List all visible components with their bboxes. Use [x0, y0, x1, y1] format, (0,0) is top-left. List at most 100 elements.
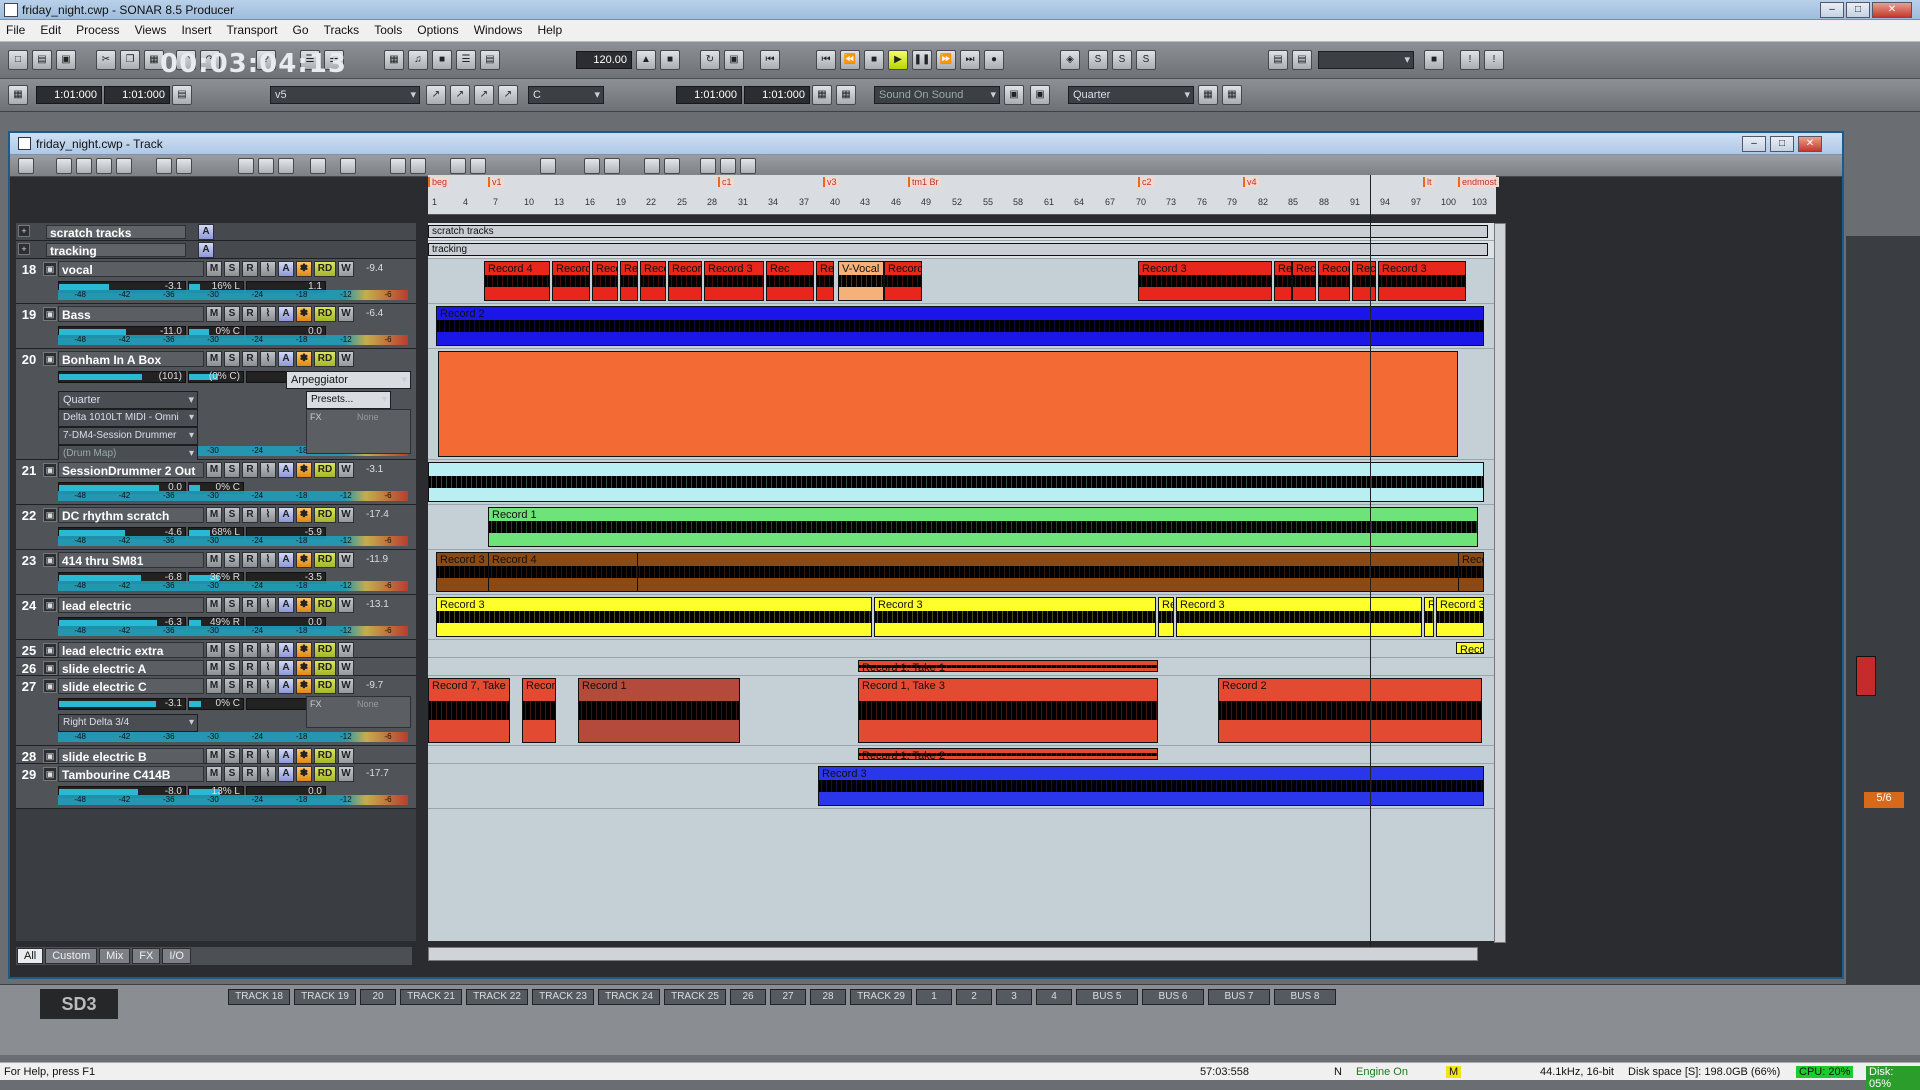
- track-29[interactable]: 29 ▣ Tambourine C414B M S R ⌇ A ✽ RD W -17.7 -8.0 13%…: [16, 764, 416, 809]
- open-file-icon[interactable]: ▤: [32, 50, 52, 70]
- write-automation-button[interactable]: W: [338, 597, 354, 613]
- audio-clip[interactable]: Record 4: [484, 261, 550, 301]
- save-icon[interactable]: ▣: [56, 50, 76, 70]
- mute-button[interactable]: M: [206, 261, 222, 277]
- fx-bin[interactable]: FX None: [306, 409, 411, 454]
- takes-icon[interactable]: [664, 158, 680, 174]
- read-automation-button[interactable]: RD: [314, 552, 336, 568]
- synth-rack-icon[interactable]: ▤: [480, 50, 500, 70]
- folder-name[interactable]: tracking: [46, 243, 186, 258]
- mute-button[interactable]: M: [206, 748, 222, 764]
- track-options-icon[interactable]: [18, 158, 34, 174]
- track-20[interactable]: 20▣Bonham In A BoxMSR⌇A✽RDW(101)(0% C)0-…: [16, 349, 416, 463]
- mute-button[interactable]: M: [206, 660, 222, 676]
- archive-button[interactable]: A: [278, 660, 294, 676]
- audio-clip[interactable]: Record 3: [818, 766, 1484, 806]
- audio-clip[interactable]: Red: [1274, 261, 1292, 301]
- console-strip[interactable]: TRACK 24: [598, 989, 660, 1005]
- automation-icon[interactable]: [720, 158, 736, 174]
- freeze-button[interactable]: ✽: [296, 678, 312, 694]
- go-to-time-icon[interactable]: ▤: [172, 85, 192, 105]
- write-automation-button[interactable]: W: [338, 660, 354, 676]
- input-echo-button[interactable]: ⌇: [260, 507, 276, 523]
- archive-button[interactable]: A: [278, 462, 294, 478]
- lane-track-24[interactable]: Record 3 Record 3 Rec Record 3 R Record 3: [428, 595, 1498, 640]
- lane-track-18[interactable]: Record 4 Record 3 Reco Red Reco Record 3 Recor…: [428, 259, 1498, 304]
- audio-clip[interactable]: Reco: [1352, 261, 1376, 301]
- record-arm-button[interactable]: R: [242, 306, 258, 322]
- track-19[interactable]: 19 ▣ Bass M S R ⌇ A ✽ RD W -6.4 -11.0 0% C 0.0 -48 -42 -3…: [16, 304, 416, 349]
- track-name[interactable]: lead electric extra: [58, 642, 204, 658]
- folder-name[interactable]: scratch tracks: [46, 225, 186, 240]
- inline-pianoroll-icon[interactable]: [700, 158, 716, 174]
- freeze-button[interactable]: ✽: [296, 351, 312, 367]
- freeze-button[interactable]: ✽: [296, 660, 312, 676]
- console-strip[interactable]: 1: [916, 989, 952, 1005]
- console-strip[interactable]: BUS 6: [1142, 989, 1204, 1005]
- arp-presets-dropdown[interactable]: Presets...: [306, 391, 391, 409]
- console-strip[interactable]: TRACK 29: [850, 989, 912, 1005]
- folder-track[interactable]: + tracking A: [16, 241, 416, 259]
- audio-clip[interactable]: Recor: [1456, 642, 1484, 654]
- menu-process[interactable]: Process: [70, 20, 125, 40]
- track-23[interactable]: 23 ▣ 414 thru SM81 M S R ⌇ A ✽ RD W -11.9 -6.8 36% R-…: [16, 550, 416, 595]
- write-automation-button[interactable]: W: [338, 306, 354, 322]
- record-options-icon[interactable]: ▣: [1004, 85, 1024, 105]
- solo-button[interactable]: S: [224, 678, 240, 694]
- audio-clip[interactable]: Record 3: [436, 597, 872, 637]
- archive-button[interactable]: A: [278, 766, 294, 782]
- archive-button[interactable]: A: [278, 261, 294, 277]
- track-28[interactable]: 28 ▣ slide electric B M S R ⌇ A ✽ RD W: [16, 746, 416, 764]
- track-name[interactable]: vocal: [58, 261, 204, 277]
- snap-grid-icon[interactable]: ▦: [1198, 85, 1218, 105]
- solo-button[interactable]: S: [224, 552, 240, 568]
- lane-track-19[interactable]: Record 2: [428, 304, 1498, 349]
- stop-icon[interactable]: ■: [864, 50, 884, 70]
- track-name[interactable]: slide electric C: [58, 678, 204, 694]
- staff-view-icon[interactable]: ♫: [408, 50, 428, 70]
- audio-clip[interactable]: Record 4: [488, 552, 638, 592]
- track-18[interactable]: 18 ▣ vocal M S R ⌇ A ✽ RD W -9.4 -3.1 16% L 1.1 -48 -42-…: [16, 259, 416, 304]
- freeze-button[interactable]: ✽: [296, 597, 312, 613]
- fit-width-icon[interactable]: [410, 158, 426, 174]
- solo-button[interactable]: S: [224, 351, 240, 367]
- record-arm-button[interactable]: R: [242, 642, 258, 658]
- audio-clip[interactable]: Reco: [1458, 552, 1484, 592]
- console-strip[interactable]: 20: [360, 989, 396, 1005]
- menu-file[interactable]: File: [0, 20, 31, 40]
- lane-track-27[interactable]: Record 7, Take 2 Record Record 1 Record 1, …: [428, 676, 1498, 746]
- snap-settings-icon[interactable]: ▦: [1222, 85, 1242, 105]
- envelope-icon[interactable]: [176, 158, 192, 174]
- volume-slider[interactable]: (101): [58, 371, 186, 383]
- record-arm-button[interactable]: R: [242, 766, 258, 782]
- audio-clip[interactable]: Record 3: [1436, 597, 1484, 637]
- track-name[interactable]: SessionDrummer 2 Out: [58, 462, 204, 478]
- solo-exclusive-icon[interactable]: S: [1112, 50, 1132, 70]
- insert-marker-icon[interactable]: ■: [1424, 50, 1444, 70]
- metronome-icon[interactable]: ▲: [636, 50, 656, 70]
- ruler-marker[interactable]: endmost: [1458, 177, 1499, 187]
- write-automation-button[interactable]: W: [338, 351, 354, 367]
- freeze-button[interactable]: ✽: [296, 306, 312, 322]
- write-automation-button[interactable]: W: [338, 507, 354, 523]
- ruler-marker[interactable]: beg: [428, 177, 450, 187]
- audio-clip[interactable]: Record 1, Take 3: [858, 678, 1158, 743]
- audio-clip[interactable]: Record 3: [874, 597, 1156, 637]
- record-arm-button[interactable]: R: [242, 351, 258, 367]
- input-echo-button[interactable]: ⌇: [260, 642, 276, 658]
- console-strip[interactable]: 27: [770, 989, 806, 1005]
- write-automation-button[interactable]: W: [338, 261, 354, 277]
- archive-button[interactable]: A: [278, 678, 294, 694]
- read-automation-button[interactable]: RD: [314, 660, 336, 676]
- read-automation-button[interactable]: RD: [314, 748, 336, 764]
- freeze-button[interactable]: ✽: [296, 552, 312, 568]
- write-automation-button[interactable]: W: [338, 552, 354, 568]
- record-arm-button[interactable]: R: [242, 748, 258, 764]
- mute-button[interactable]: M: [206, 306, 222, 322]
- audio-clip[interactable]: Record 3: [1378, 261, 1466, 301]
- audio-clip[interactable]: Record 3: [552, 261, 590, 301]
- lane-track-23[interactable]: Record 3 Record 4 Reco: [428, 550, 1498, 595]
- mute-button[interactable]: M: [206, 597, 222, 613]
- audio-input-dropdown[interactable]: Right Delta 3/4: [58, 714, 198, 732]
- pan-slider[interactable]: 0% C: [188, 698, 244, 710]
